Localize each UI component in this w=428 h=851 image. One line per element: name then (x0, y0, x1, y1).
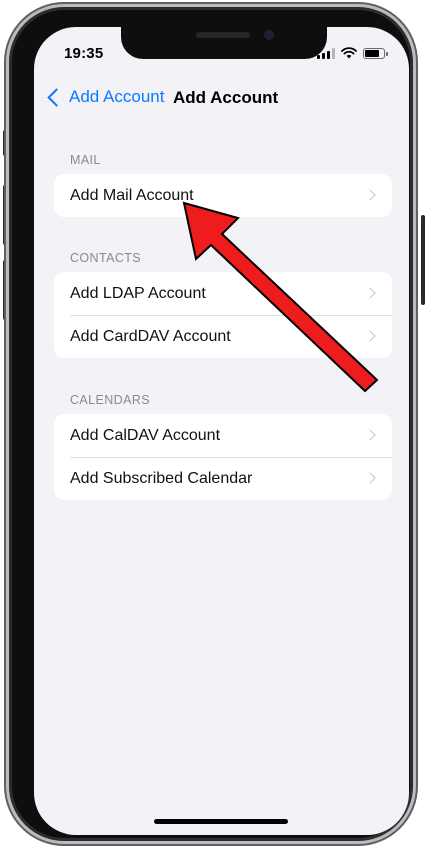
annotation-arrow-icon (182, 201, 379, 393)
